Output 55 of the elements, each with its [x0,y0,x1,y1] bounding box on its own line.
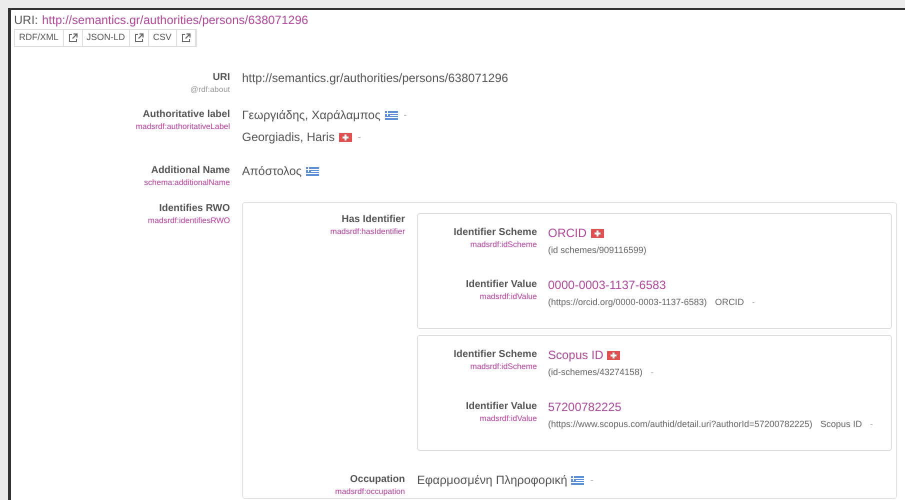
detail-text: (id-schemes/43274158) [548,366,643,378]
cross-flag-icon [590,229,604,238]
property-name: madsrdf:idScheme [470,361,537,373]
property-label: Identifies RWO [159,202,230,215]
detail-text: (id schemes/909116599) [548,244,646,256]
format-button[interactable]: RDF/XML [15,30,64,46]
external-link-icon [68,33,78,43]
detail-text: (https://orcid.org/0000-0003-1137-6583) [548,296,707,308]
dash-text: - [404,109,407,123]
detail-text: (https://www.scopus.com/authid/detail.uri?authorId=57200782225) [548,418,812,430]
property-name: madsrdf:hasIdentifier [330,226,405,238]
property-name: madsrdf:idValue [480,291,537,303]
property-name: madsrdf:identifiesRWO [148,215,230,227]
stripes-flag-icon [571,476,584,485]
property-label: Occupation [350,473,405,486]
property-label: Authoritative label [142,108,230,121]
external-link-icon [134,33,144,43]
identifier-link[interactable]: Scopus ID [548,348,604,363]
property-value: Γεωργιάδης, Χαράλαμπος [242,108,381,123]
property-label: Identifier Value [466,400,537,413]
source-label: Scopus ID [820,418,862,430]
dash-text: - [650,366,654,378]
source-label: ORCID [714,296,744,308]
property-label: URI [212,71,230,84]
property-name: madsrdf:authoritativeLabel [136,121,230,133]
dash-text: - [358,131,362,145]
stripes-flag-icon [306,167,319,176]
property-label: Identifier Value [466,278,537,291]
property-value: Georgiadis, Haris [242,130,335,145]
property-label: Identifier Scheme [454,226,537,239]
property-name: madsrdf:occupation [335,486,405,498]
cross-flag-icon [607,351,620,360]
dash-text: - [590,474,594,488]
property-value: Απόστολος [242,164,302,179]
property-value: http://semantics.gr/authorities/persons/638071296 [242,71,508,86]
format-button[interactable]: CSV [149,30,177,46]
property-label: Has Identifier [342,213,405,226]
format-button[interactable]: JSON-LD [82,30,130,46]
property-name: schema:additionalName [144,177,230,189]
property-name: madsrdf:idScheme [470,239,537,251]
identifier-link[interactable]: ORCID [548,226,587,241]
property-value: Εφαρμοσμένη Πληροφορική [417,473,568,488]
uri-link[interactable]: http://semantics.gr/authorities/persons/638071296 [42,12,308,28]
dash-text: - [752,296,755,308]
cross-flag-icon [338,133,352,142]
property-name: madsrdf:idValue [480,413,537,425]
identifier-link[interactable]: 57200782225 [548,400,622,415]
property-label: Identifier Scheme [454,348,537,361]
identifier-link[interactable]: 0000-0003-1137-6583 [548,278,666,293]
stripes-flag-icon [384,111,398,120]
external-link-icon [180,33,191,43]
property-label: Additional Name [151,164,230,177]
dash-text: - [870,418,873,430]
property-name: @rdf:about [190,84,230,96]
uri-label: URI: [14,12,38,28]
